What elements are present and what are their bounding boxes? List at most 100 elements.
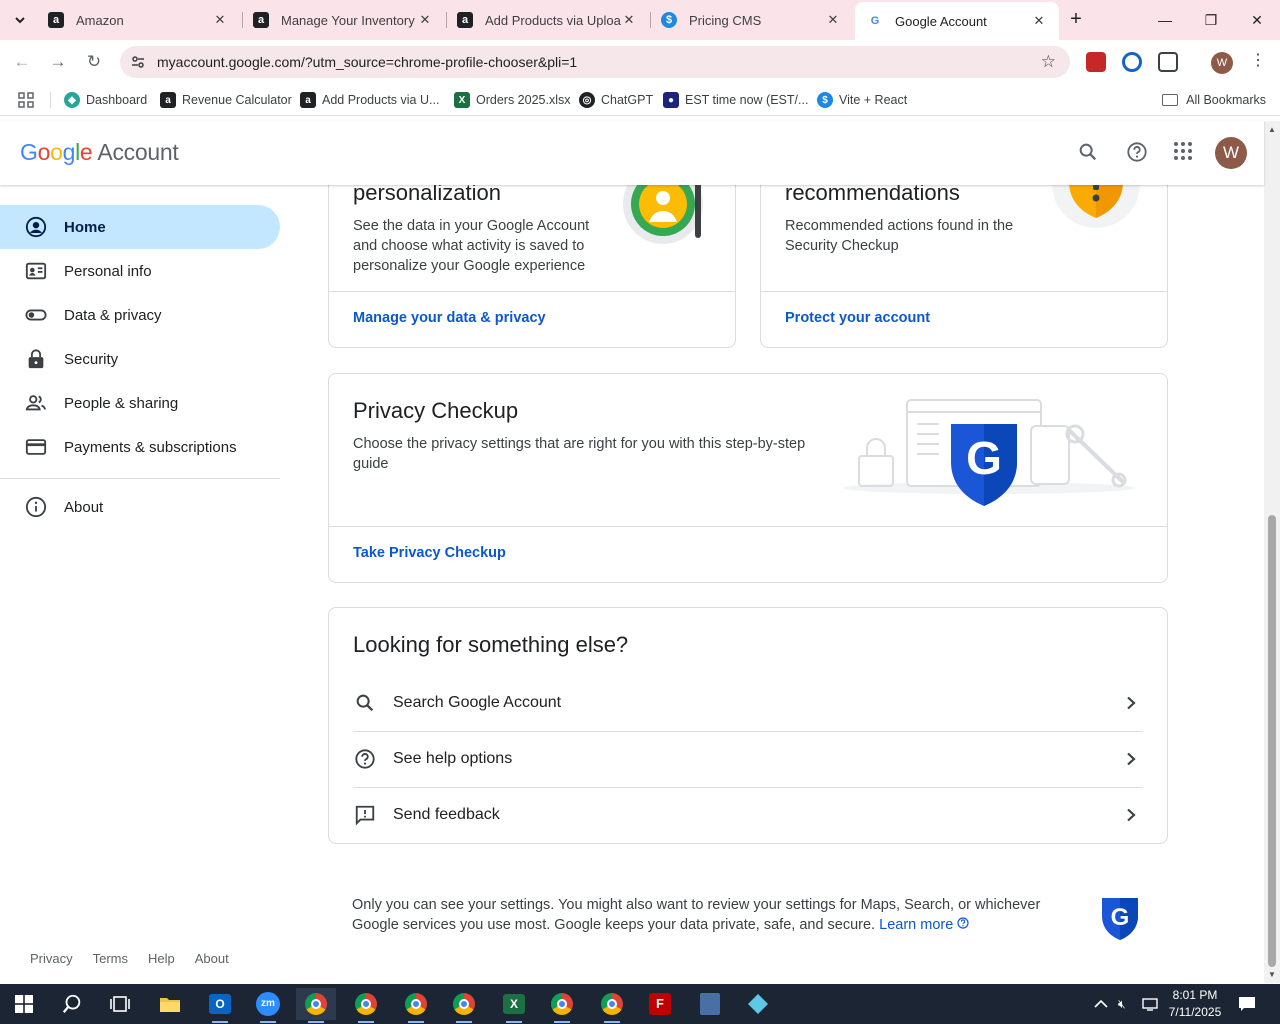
sidebar-item-payments[interactable]: Payments & subscriptions bbox=[0, 425, 280, 469]
site-settings-icon[interactable] bbox=[130, 54, 146, 70]
card-footer: Take Privacy Checkup bbox=[329, 526, 1167, 582]
all-bookmarks-label: All Bookmarks bbox=[1186, 93, 1266, 107]
search-google-account-row[interactable]: Search Google Account bbox=[353, 675, 1143, 731]
footer-privacy-link[interactable]: Privacy bbox=[30, 951, 73, 966]
learn-more-link[interactable]: Learn more bbox=[879, 917, 969, 933]
chrome-icon bbox=[355, 993, 377, 1015]
reload-button[interactable]: ↻ bbox=[82, 50, 106, 74]
tab-close-icon[interactable]: ✕ bbox=[621, 12, 637, 28]
puzzle-extensions-icon[interactable] bbox=[1158, 52, 1178, 72]
manage-data-privacy-link[interactable]: Manage your data & privacy bbox=[353, 310, 546, 326]
looking-for-something-else-card: Looking for something else? Search Googl… bbox=[328, 607, 1168, 844]
sidebar-item-label: People & sharing bbox=[64, 394, 179, 412]
sidebar-item-home[interactable]: Home bbox=[0, 205, 280, 249]
search-icon[interactable] bbox=[1076, 141, 1100, 165]
bookmark-add-products[interactable]: a Add Products via U... bbox=[300, 84, 439, 116]
taskbar-chrome-4[interactable] bbox=[444, 988, 484, 1023]
tab-google-account[interactable]: G Google Account ✕ bbox=[855, 2, 1059, 40]
google-account-logo[interactable]: Google Account bbox=[20, 139, 179, 166]
sidebar-item-about[interactable]: About bbox=[0, 485, 280, 529]
send-feedback-row[interactable]: Send feedback bbox=[353, 787, 1143, 843]
tab-search-button[interactable] bbox=[8, 8, 32, 32]
taskbar-chrome-6[interactable] bbox=[592, 988, 632, 1023]
tab-title: Google Account bbox=[895, 13, 987, 29]
google-wordmark: Google bbox=[20, 139, 93, 165]
scroll-up-arrow-icon[interactable]: ▲ bbox=[1268, 125, 1276, 134]
google-apps-icon[interactable] bbox=[1171, 141, 1195, 165]
bookmark-vite-react[interactable]: $ Vite + React bbox=[817, 84, 907, 116]
footer-about-link[interactable]: About bbox=[195, 951, 229, 966]
taskbar-app[interactable] bbox=[738, 988, 778, 1020]
bookmark-dashboard[interactable]: ◆ Dashboard bbox=[64, 84, 147, 116]
amazon-icon: a bbox=[300, 92, 316, 108]
show-hidden-icons-button[interactable] bbox=[1094, 984, 1108, 1024]
tab-close-icon[interactable]: ✕ bbox=[417, 12, 433, 28]
sidebar-item-personal-info[interactable]: Personal info bbox=[0, 249, 280, 293]
network-icon[interactable] bbox=[1142, 984, 1158, 1024]
bookmark-revenue-calculator[interactable]: a Revenue Calculator bbox=[160, 84, 292, 116]
all-bookmarks-button[interactable]: All Bookmarks bbox=[1162, 84, 1266, 116]
taskbar-chrome-active[interactable] bbox=[296, 988, 336, 1023]
see-help-options-row[interactable]: See help options bbox=[353, 731, 1143, 787]
task-view-button[interactable] bbox=[100, 988, 140, 1020]
bookmark-chatgpt[interactable]: ◎ ChatGPT bbox=[579, 84, 653, 116]
new-tab-button[interactable]: + bbox=[1064, 8, 1088, 32]
minimize-button[interactable]: — bbox=[1150, 8, 1180, 32]
taskbar-file-explorer[interactable] bbox=[150, 988, 190, 1020]
taskbar-zoom[interactable]: zm bbox=[248, 988, 288, 1023]
taskbar-chrome-3[interactable] bbox=[396, 988, 436, 1023]
apps-grid-icon[interactable] bbox=[18, 92, 34, 111]
profile-avatar[interactable]: W bbox=[1211, 52, 1233, 74]
forward-button[interactable]: → bbox=[46, 50, 70, 74]
help-icon[interactable] bbox=[1125, 141, 1149, 165]
page-scrollbar[interactable]: ▲ ▼ bbox=[1264, 121, 1280, 983]
scroll-down-arrow-icon[interactable]: ▼ bbox=[1268, 970, 1276, 979]
taskbar-outlook[interactable]: O bbox=[200, 988, 240, 1023]
account-avatar[interactable]: W bbox=[1215, 137, 1247, 169]
browser-toolbar: ← → ↻ myaccount.google.com/?utm_source=c… bbox=[0, 40, 1280, 84]
sidebar-item-label: Personal info bbox=[64, 262, 152, 280]
sidebar-item-security[interactable]: Security bbox=[0, 337, 280, 381]
extension-icon[interactable] bbox=[1122, 52, 1142, 72]
footer-help-link[interactable]: Help bbox=[148, 951, 175, 966]
taskbar-calculator[interactable] bbox=[690, 988, 730, 1020]
taskbar-chrome-5[interactable] bbox=[542, 988, 582, 1023]
notifications-icon[interactable] bbox=[1238, 984, 1256, 1024]
amazon-icon: a bbox=[457, 12, 473, 28]
bookmark-est-time[interactable]: ● EST time now (EST/... bbox=[663, 84, 808, 116]
clock-time: 8:01 PM bbox=[1172, 988, 1218, 1002]
tab-close-icon[interactable]: ✕ bbox=[1031, 13, 1047, 29]
tab-title: Amazon bbox=[76, 12, 124, 28]
taskbar-clock[interactable]: 8:01 PM 7/11/2025 bbox=[1160, 987, 1230, 1021]
volume-icon[interactable]: 🔇︎ bbox=[1118, 984, 1126, 1024]
taskbar-filezilla[interactable]: F bbox=[640, 988, 680, 1020]
tab-close-icon[interactable]: ✕ bbox=[212, 12, 228, 28]
pdf-extension-icon[interactable] bbox=[1086, 52, 1106, 72]
bookmark-star-icon[interactable]: ☆ bbox=[1041, 52, 1056, 72]
address-bar[interactable]: myaccount.google.com/?utm_source=chrome-… bbox=[120, 46, 1070, 78]
tab-pricing-cms[interactable]: $ Pricing CMS ✕ bbox=[649, 0, 853, 40]
restore-button[interactable]: ❐ bbox=[1196, 8, 1226, 32]
sidebar-item-people-sharing[interactable]: People & sharing bbox=[0, 381, 280, 425]
take-privacy-checkup-link[interactable]: Take Privacy Checkup bbox=[353, 545, 506, 561]
tab-title: Add Products via Upload bbox=[485, 12, 621, 28]
taskbar-search-button[interactable] bbox=[52, 988, 92, 1020]
start-button[interactable] bbox=[4, 988, 44, 1020]
more-menu-icon[interactable]: ⋮ bbox=[1250, 50, 1266, 70]
protect-account-link[interactable]: Protect your account bbox=[785, 310, 930, 326]
bookmark-label: Add Products via U... bbox=[322, 93, 440, 107]
sidebar-item-data-privacy[interactable]: Data & privacy bbox=[0, 293, 280, 337]
tab-amazon[interactable]: a Amazon ✕ bbox=[36, 0, 240, 40]
close-window-button[interactable]: ✕ bbox=[1242, 8, 1272, 32]
url-text[interactable]: myaccount.google.com/?utm_source=chrome-… bbox=[157, 54, 577, 70]
back-button[interactable]: ← bbox=[10, 50, 34, 74]
tab-manage-inventory[interactable]: a Manage Your Inventory ✕ bbox=[241, 0, 445, 40]
tab-add-products[interactable]: a Add Products via Upload ✕ bbox=[445, 0, 649, 40]
scroll-thumb[interactable] bbox=[1268, 515, 1276, 967]
tab-close-icon[interactable]: ✕ bbox=[825, 12, 841, 28]
bookmark-orders-xlsx[interactable]: X Orders 2025.xlsx bbox=[454, 84, 570, 116]
chevron-right-icon bbox=[1119, 747, 1143, 771]
footer-terms-link[interactable]: Terms bbox=[93, 951, 128, 966]
taskbar-excel[interactable]: X bbox=[494, 988, 534, 1023]
taskbar-chrome-2[interactable] bbox=[346, 988, 386, 1023]
